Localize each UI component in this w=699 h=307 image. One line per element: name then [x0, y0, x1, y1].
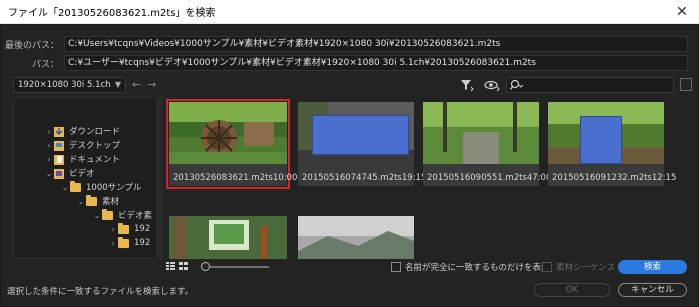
thumbnail-caption: 20150516091232.m2ts 12:15 [552, 173, 676, 183]
media-thumbnail-2[interactable]: 20150516074745.m2ts 19:15 [298, 102, 426, 186]
chevron-right-icon[interactable]: › [44, 127, 54, 136]
placeholder-rect [580, 116, 622, 164]
thumbnail-caption: 20130526083621.m2ts 10:00 [173, 173, 297, 183]
tree-item-label: ダウンロード [69, 127, 121, 137]
media-grid: 20130526083621.m2ts 10:00 20150516074745… [165, 97, 689, 259]
search-input[interactable] [506, 77, 674, 93]
tree-item-label: 192 [134, 238, 151, 248]
panel-splitter[interactable] [157, 97, 163, 259]
desktop-folder-icon [54, 140, 64, 151]
media-thumbnail-4[interactable]: 20150516091232.m2ts 12:15 [548, 102, 676, 186]
location-dropdown-value: 1920×1080 30i 5.1ch [18, 80, 111, 90]
zoom-slider-track[interactable] [207, 266, 269, 268]
chevron-right-icon[interactable]: › [44, 155, 54, 164]
back-button[interactable]: ← [132, 78, 141, 91]
media-thumbnail-5[interactable] [169, 216, 287, 259]
chevron-right-icon[interactable]: › [44, 141, 54, 150]
tree-item-subfolder-1[interactable]: › 192 [108, 222, 150, 236]
tree-item-materials[interactable]: ⌄ 素材 [76, 194, 119, 208]
video-folder-icon [54, 168, 64, 179]
tree-item-video-materials[interactable]: ⌄ ビデオ素 [92, 208, 152, 222]
view-controls [165, 261, 285, 273]
video-preview-image [169, 216, 287, 259]
duration: 12:15 [651, 173, 677, 183]
browser-toolbar: 1920×1080 30i 5.1ch ▼ ← → [1, 77, 699, 95]
window-title: ファイル「20130526083621.m2ts」を検索 [8, 8, 216, 19]
tree-item-downloads[interactable]: › ダウンロード [44, 124, 120, 138]
align-sequence-option: 素材シーケンス [542, 261, 615, 273]
chevron-down-icon[interactable]: ⌄ [92, 211, 102, 220]
exact-match-checkbox[interactable] [391, 262, 401, 272]
list-view-icon[interactable] [165, 261, 189, 271]
tree-item-desktop[interactable]: › デスクトップ [44, 138, 120, 152]
chevron-right-icon[interactable]: › [108, 239, 118, 248]
tree-item-label: ビデオ素 [118, 211, 153, 221]
tree-item-subfolder-2[interactable]: › 192 [108, 236, 150, 250]
chevron-down-icon: ▼ [114, 80, 121, 89]
chevron-down-icon[interactable]: ⌄ [44, 169, 54, 178]
zoom-slider-handle[interactable] [201, 262, 210, 271]
download-folder-icon [54, 126, 64, 137]
folder-tree: › ダウンロード › デスクトップ › ドキュメント ⌄ ビデオ ⌄ 1000サ… [13, 97, 157, 259]
exact-match-option[interactable]: 名前が完全に一致するものだけを表示 [391, 261, 550, 273]
file-name: 20130526083621.m2ts [173, 173, 273, 183]
forward-button[interactable]: → [147, 78, 156, 91]
folder-icon [86, 194, 97, 206]
chevron-down-icon[interactable]: ⌄ [76, 197, 86, 206]
status-message: 選択した条件に一致するファイルを検索します。 [7, 287, 194, 297]
tree-item-documents[interactable]: › ドキュメント [44, 152, 120, 166]
thumbnail-caption: 20150516074745.m2ts 19:15 [302, 173, 426, 183]
chevron-down-icon[interactable]: ⌄ [60, 183, 70, 192]
chevron-right-icon[interactable]: › [108, 225, 118, 234]
media-thumbnail-6[interactable] [298, 216, 414, 259]
tree-item-label: 192 [134, 224, 151, 234]
folder-icon [118, 236, 129, 248]
documents-folder-icon [54, 154, 64, 165]
tree-item-videos[interactable]: ⌄ ビデオ [44, 166, 95, 180]
video-preview-image [423, 102, 539, 164]
video-preview-image [169, 102, 287, 164]
folder-icon [102, 208, 113, 220]
close-icon[interactable]: ✕ [673, 3, 691, 21]
dialog-footer: 選択した条件に一致するファイルを検索します。 OK キャンセル [1, 283, 699, 307]
exact-match-label: 名前が完全に一致するものだけを表示 [405, 263, 550, 273]
location-dropdown[interactable]: 1920×1080 30i 5.1ch ▼ [13, 77, 126, 93]
ok-button: OK [534, 283, 610, 297]
file-name: 20150516090551.m2ts [427, 173, 527, 183]
dialog-body: 最後のパス： C:¥Users¥tcqns¥Videos¥1000サンプル¥素材… [0, 24, 699, 307]
media-thumbnail-1[interactable]: 20130526083621.m2ts 10:00 [166, 99, 297, 189]
path-label: パス： [31, 59, 59, 70]
tree-item-label: 素材 [102, 197, 120, 207]
filter-icon[interactable] [460, 78, 474, 92]
panel-icon[interactable] [680, 78, 692, 91]
duration: 10:00 [272, 173, 298, 183]
align-sequence-label: 素材シーケンス [556, 263, 616, 273]
placeholder-rect [312, 115, 409, 155]
thumbnail-caption: 20150516090551.m2ts 47:00 [427, 173, 551, 183]
search-icon [510, 79, 524, 90]
cancel-button[interactable]: キャンセル [618, 283, 687, 297]
file-name: 20150516074745.m2ts [302, 173, 402, 183]
eye-icon[interactable] [484, 78, 500, 92]
tree-item-label: 1000サンプル [86, 183, 142, 193]
path-row: パス： C:¥ユーザー¥tcqns¥ビデオ¥1000サンプル¥素材¥ビデオ素材¥… [1, 54, 699, 72]
tree-item-label: ビデオ [69, 169, 95, 179]
tree-item-label: デスクトップ [69, 141, 121, 151]
title-bar: ファイル「20130526083621.m2ts」を検索 ✕ [0, 0, 699, 24]
file-name: 20150516091232.m2ts [552, 173, 652, 183]
last-path-row: 最後のパス： C:¥Users¥tcqns¥Videos¥1000サンプル¥素材… [1, 35, 699, 53]
folder-icon [118, 222, 129, 234]
path-field[interactable]: C:¥ユーザー¥tcqns¥ビデオ¥1000サンプル¥素材¥ビデオ素材¥1920… [64, 55, 688, 71]
video-preview-image [298, 216, 414, 259]
last-path-field[interactable]: C:¥Users¥tcqns¥Videos¥1000サンプル¥素材¥ビデオ素材¥… [64, 36, 688, 52]
search-button[interactable]: 検索 [618, 260, 687, 274]
align-sequence-checkbox [542, 262, 552, 272]
last-path-label: 最後のパス： [4, 40, 59, 51]
media-thumbnail-3[interactable]: 20150516090551.m2ts 47:00 [423, 102, 551, 186]
folder-icon [70, 180, 81, 192]
tree-item-label: ドキュメント [69, 155, 121, 165]
tree-item-1000-samples[interactable]: ⌄ 1000サンプル [60, 180, 141, 194]
